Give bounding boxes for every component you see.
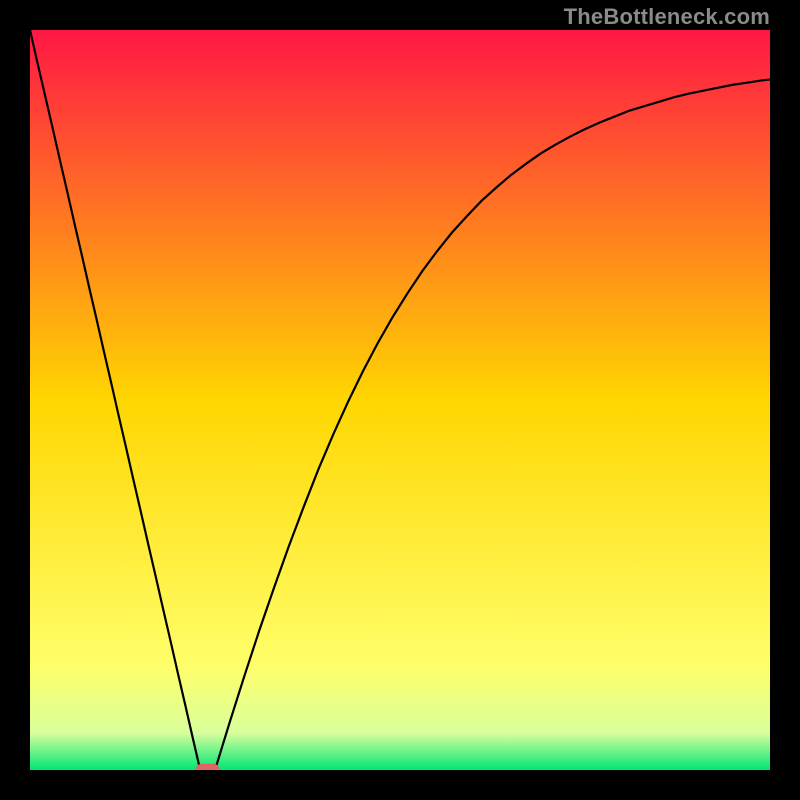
gradient-background (30, 30, 770, 770)
chart-plot (30, 30, 770, 770)
chart-frame (30, 30, 770, 770)
watermark-text: TheBottleneck.com (564, 4, 770, 30)
optimum-marker (196, 764, 220, 770)
